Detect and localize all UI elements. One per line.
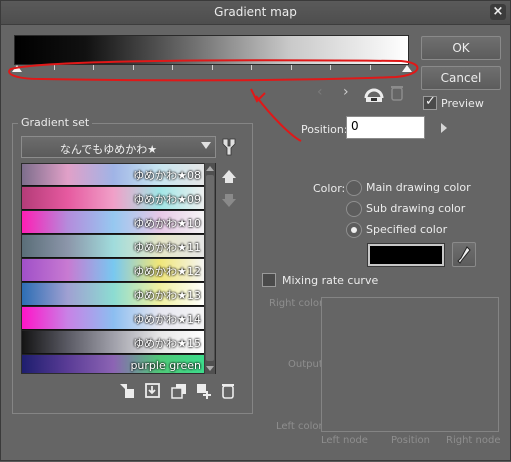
gradient-list-item[interactable]: ゆめかわ★09 [22,187,205,210]
delete-node-icon[interactable] [389,84,405,102]
main-drawing-color-label: Main drawing color [366,181,471,194]
gradient-tick [251,65,252,70]
gradient-map-dialog: Gradient map × OK Cancel Preview ‹ › Pos… [0,0,511,461]
position-label: Position: [301,123,348,136]
gradient-list-item-label: purple green [130,359,201,372]
gradient-tick [172,65,173,70]
curve-left-node-label: Left node [321,435,368,446]
close-icon[interactable]: × [490,4,506,20]
gradient-list-item[interactable]: ゆめかわ★14 [22,307,205,330]
next-node-icon[interactable]: › [343,84,349,100]
mixing-rate-curve-graph[interactable] [321,297,499,432]
gradient-set-dropdown[interactable]: なんでもゆめかわ★ [21,136,216,158]
eyedropper-icon[interactable] [452,242,476,267]
chevron-down-icon [201,142,211,149]
gradient-preview-bar[interactable] [14,35,409,65]
move-up-icon-stem [225,178,233,183]
curve-position-label: Position [391,435,430,446]
specified-color-radio[interactable] [346,222,362,238]
gradient-list-item[interactable]: ゆめかわ★12 [22,259,205,282]
position-input[interactable]: 0 [346,116,425,139]
gradient-list-item[interactable]: ゆめかわ★13 [22,283,205,306]
fill-gradient-icon[interactable] [118,382,136,400]
gradient-list[interactable]: ゆめかわ★08 ゆめかわ★09 ゆめかわ★10 ゆめかわ★11 ゆめかわ★12 ゆめかわ★… [21,163,216,374]
gradient-tick [132,65,134,70]
color-label: Color: [313,182,346,195]
mixing-rate-curve-checkbox[interactable] [262,273,276,287]
gradient-list-item-label: ゆめかわ★11 [133,241,201,254]
curve-output-label: Output [288,359,323,370]
gradient-list-item-label: ゆめかわ★14 [133,313,201,326]
gradient-list-item-label: ゆめかわ★09 [133,193,201,206]
right-node-marker[interactable] [402,65,412,72]
gradient-list-item-label: ゆめかわ★12 [133,265,201,278]
gradient-set-settings-icon[interactable] [219,136,239,158]
move-up-icon[interactable] [222,170,236,178]
preview-checkbox[interactable] [423,94,437,110]
add-node-icon[interactable] [363,83,385,105]
preview-label: Preview [441,97,484,110]
gradient-list-item-label: ゆめかわ★08 [133,169,201,182]
scroll-thumb[interactable] [206,175,214,361]
position-slider-arrow-icon[interactable] [441,123,447,133]
delete-gradient-icon[interactable] [220,382,236,400]
gradient-list-item[interactable]: ゆめかわ★08 [22,164,205,186]
specified-color-label: Specified color [366,223,448,236]
scroll-up-icon[interactable] [206,166,214,171]
gradient-tick [369,65,371,70]
left-node-marker[interactable] [12,65,22,72]
gradient-tick [53,65,55,70]
scroll-down-icon[interactable] [206,366,214,371]
gradient-list-item-label: ゆめかわ★13 [133,289,201,302]
duplicate-icon[interactable] [170,382,188,400]
mixing-rate-curve-label: Mixing rate curve [282,274,379,287]
gradient-list-item[interactable]: ゆめかわ★10 [22,211,205,234]
gradient-list-item-label: ゆめかわ★10 [133,217,201,230]
move-down-icon[interactable] [222,199,236,207]
gradient-ticks [14,65,409,75]
curve-right-color-label: Right color [269,298,324,309]
gradient-tick [290,65,292,70]
gradient-tick [93,65,94,70]
sub-drawing-color-radio[interactable] [346,201,362,217]
specified-color-swatch[interactable] [367,243,445,267]
gradient-list-scrollbar[interactable] [204,163,215,374]
previous-node-icon[interactable]: ‹ [317,84,323,100]
gradient-list-item[interactable]: ゆめかわ★15 [22,331,205,354]
gradient-tick [211,65,213,70]
window-title: Gradient map [214,5,297,19]
sub-drawing-color-label: Sub drawing color [366,202,466,215]
curve-left-color-label: Left color [276,421,323,432]
curve-right-node-label: Right node [446,435,501,446]
gradient-list-item-label: ゆめかわ★15 [133,337,201,350]
gradient-set-title: Gradient set [18,116,93,129]
gradient-list-item[interactable]: purple green [22,355,205,373]
ok-button[interactable]: OK [421,36,501,60]
gradient-tick [330,65,331,70]
gradient-set-selected: なんでもゆめかわ★ [59,143,158,156]
gradient-list-item[interactable]: ゆめかわ★11 [22,235,205,258]
title-bar: Gradient map × [1,1,510,25]
add-gradient-icon[interactable] [195,382,213,400]
main-drawing-color-radio[interactable] [346,180,362,196]
cancel-button[interactable]: Cancel [421,66,501,90]
import-icon[interactable] [144,382,162,400]
